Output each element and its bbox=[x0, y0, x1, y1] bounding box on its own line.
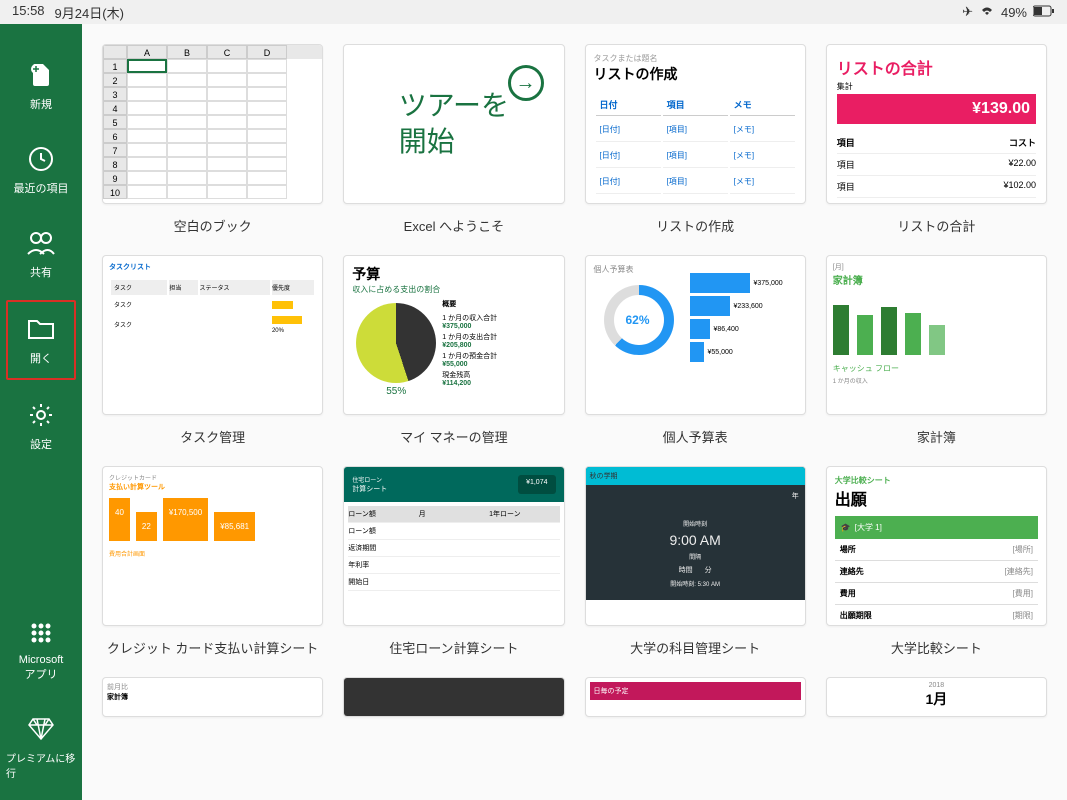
apps-grid-icon bbox=[26, 618, 56, 648]
template-personal-budget[interactable]: 個人予算表 62% ¥375,000 ¥233,600 ¥86,400 ¥55,… bbox=[585, 255, 806, 446]
graduation-cap-icon: 🎓 bbox=[841, 523, 851, 532]
status-bar: 15:58 9月24日(木) ✈ 49% bbox=[0, 0, 1067, 24]
sidebar-item-recent[interactable]: 最近の項目 bbox=[6, 132, 76, 208]
status-date: 9月24日(木) bbox=[55, 3, 124, 22]
template-blank-workbook[interactable]: A B C D 1 2 3 4 5 6 7 8 9 bbox=[102, 44, 323, 235]
gear-icon bbox=[26, 400, 56, 430]
diamond-icon bbox=[26, 714, 56, 744]
status-time: 15:58 bbox=[12, 3, 45, 22]
arrow-right-icon: → bbox=[508, 65, 544, 101]
battery-icon bbox=[1033, 5, 1055, 20]
sidebar-label: 最近の項目 bbox=[14, 180, 69, 196]
sidebar-item-ms-apps[interactable]: Microsoft アプリ bbox=[6, 606, 76, 694]
template-label: 個人予算表 bbox=[663, 427, 728, 446]
folder-icon bbox=[26, 314, 56, 344]
template-partial-4[interactable]: 20181月 bbox=[826, 677, 1047, 717]
sidebar-item-open[interactable]: 開く bbox=[6, 300, 76, 380]
template-label: 空白のブック bbox=[174, 216, 252, 235]
template-label: Excel へようこそ bbox=[404, 216, 504, 235]
template-list-total[interactable]: リストの合計 集計 ¥139.00 項目コスト 項目¥22.00 項目¥102.… bbox=[826, 44, 1047, 235]
sidebar-label: 新規 bbox=[30, 96, 52, 112]
sidebar-item-settings[interactable]: 設定 bbox=[6, 388, 76, 464]
sidebar-item-shared[interactable]: 共有 bbox=[6, 216, 76, 292]
template-university-compare[interactable]: 大学比較シート 出願 🎓[大学 1] 場所[場所] 連絡先[連絡先] 費用[費用… bbox=[826, 466, 1047, 657]
sidebar-label: 共有 bbox=[30, 264, 52, 280]
template-partial-2[interactable] bbox=[343, 677, 564, 717]
template-mortgage[interactable]: 住宅ローン計算シート ¥1,074 ローン額月1年ローン ローン額 返済期間 年… bbox=[343, 466, 564, 657]
templates-content: A B C D 1 2 3 4 5 6 7 8 9 bbox=[82, 24, 1067, 800]
sidebar-label: 設定 bbox=[30, 436, 52, 452]
battery-pct: 49% bbox=[1001, 5, 1027, 20]
template-welcome-tour[interactable]: ツアーを 開始 → Excel へようこそ bbox=[343, 44, 564, 235]
airplane-mode-icon: ✈ bbox=[962, 4, 973, 20]
template-label: 大学比較シート bbox=[891, 638, 982, 657]
sidebar: 新規 最近の項目 共有 開く 設定 bbox=[0, 24, 82, 800]
template-label: リストの作成 bbox=[656, 216, 734, 235]
template-partial-1[interactable]: 前月比家計簿 bbox=[102, 677, 323, 717]
template-label: マイ マネーの管理 bbox=[400, 427, 508, 446]
wifi-icon bbox=[979, 5, 995, 20]
sidebar-item-new[interactable]: 新規 bbox=[6, 48, 76, 124]
people-icon bbox=[26, 228, 56, 258]
template-label: クレジット カード支払い計算シート bbox=[107, 638, 319, 657]
template-credit-card[interactable]: クレジットカード 支払い計算ツール 40 22 ¥170,500 ¥85,681… bbox=[102, 466, 323, 657]
new-document-icon bbox=[26, 60, 56, 90]
sidebar-item-premium[interactable]: プレミアムに移行 bbox=[6, 702, 76, 792]
template-label: 住宅ローン計算シート bbox=[389, 638, 518, 657]
template-partial-3[interactable]: 日毎の予定 bbox=[585, 677, 806, 717]
template-task-management[interactable]: タスクリスト タスク担当ステータス優先度 タスク タスク 20% タスク管理 bbox=[102, 255, 323, 446]
template-household-budget[interactable]: [月] 家計簿 キャッシュ フロー 1 か月の収入 家計簿 bbox=[826, 255, 1047, 446]
clock-icon bbox=[26, 144, 56, 174]
template-label: リストの合計 bbox=[897, 216, 975, 235]
template-my-money[interactable]: 予算 収入に占める支出の割合 55% 概要 1 か月の収入合計¥375,000 … bbox=[343, 255, 564, 446]
sidebar-label: 開く bbox=[30, 350, 52, 366]
template-list-create[interactable]: タスクまたは題名 リストの作成 日付項目メモ [日付][項目][メモ] [日付]… bbox=[585, 44, 806, 235]
template-label: タスク管理 bbox=[180, 427, 245, 446]
template-class-schedule[interactable]: 秋の学期 年 開始時刻 9:00 AM 間隔 時間分 開始時刻: 5:30 AM… bbox=[585, 466, 806, 657]
sidebar-label: Microsoft アプリ bbox=[19, 654, 64, 682]
sidebar-label: プレミアムに移行 bbox=[6, 750, 76, 780]
template-label: 大学の科目管理シート bbox=[630, 638, 760, 657]
template-label: 家計簿 bbox=[917, 427, 956, 446]
